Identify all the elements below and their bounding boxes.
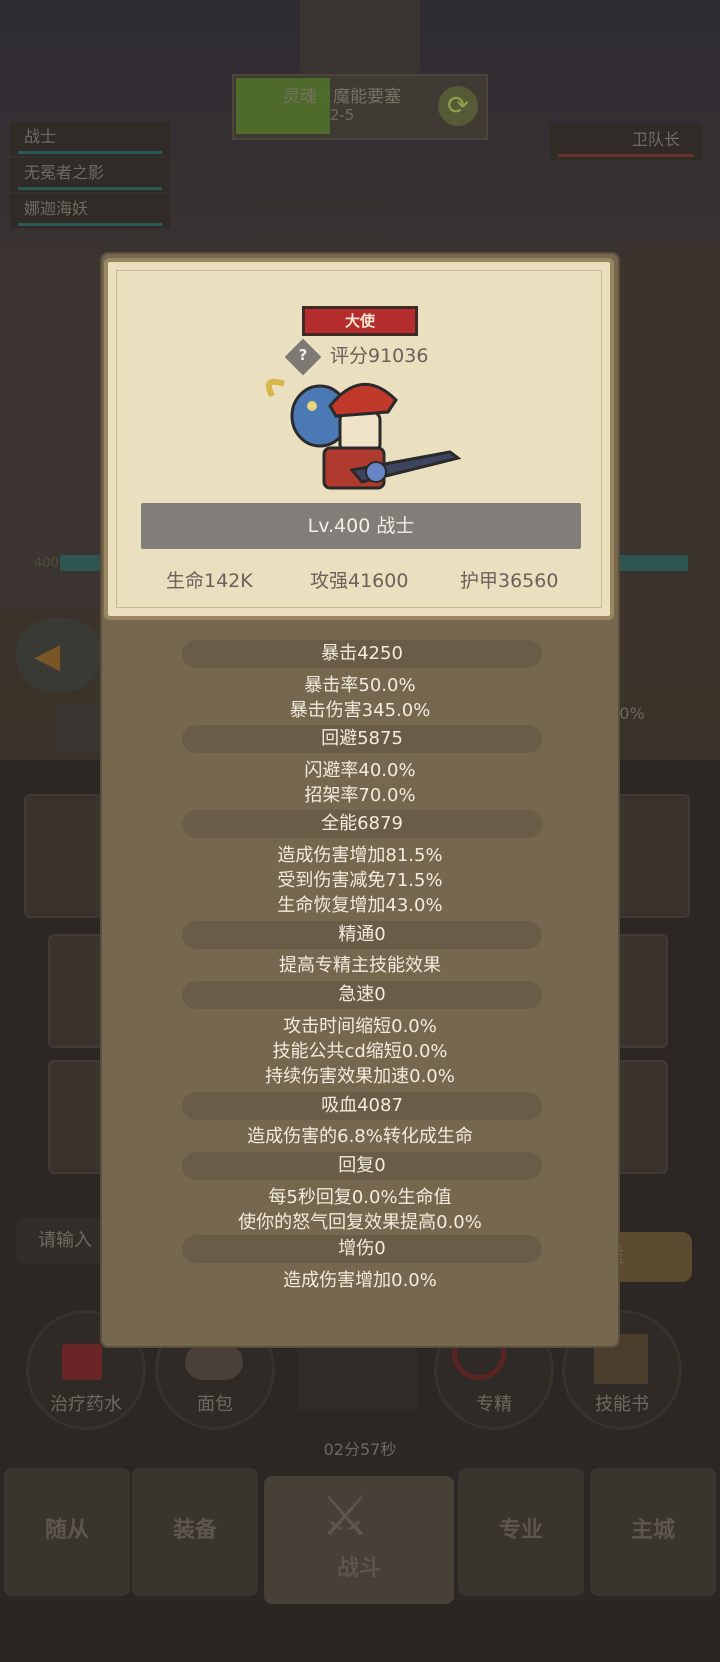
hp-bar: [18, 223, 162, 226]
help-icon-glyph: ?: [298, 346, 308, 364]
quick-item-label: 专精: [476, 1394, 512, 1415]
attack-stat: 攻强41600: [310, 570, 409, 592]
armor-stat: 护甲36560: [460, 570, 559, 592]
player-hp-bar: [60, 555, 104, 571]
stat-line: 闪避率40.0%: [304, 760, 416, 781]
stat-line: 使你的怒气回复效果提高0.0%: [238, 1212, 482, 1233]
character-portrait: [266, 378, 462, 490]
equip-slot[interactable]: [612, 794, 690, 918]
stat-line: 每5秒回复0.0%生命值: [268, 1187, 452, 1208]
buff-slot: [55, 703, 105, 753]
equip-slot[interactable]: [612, 934, 668, 1048]
stat-line: 招架率70.0%: [304, 785, 416, 806]
stat-line: 持续伤害效果加速0.0%: [265, 1066, 455, 1087]
stat-line: 暴击率50.0%: [304, 675, 416, 696]
stat-header-crit: 暴击4250: [182, 640, 542, 668]
stat-header-avoid: 回避5875: [182, 725, 542, 753]
party-member-name: 无冕者之影: [24, 163, 105, 182]
stat-line: 提高专精主技能效果: [279, 955, 441, 976]
rank-badge: 大使: [302, 306, 418, 336]
stat-header-lifesteal: 吸血4087: [182, 1092, 542, 1120]
score-text: 评分91036: [330, 345, 429, 367]
stat-line: 造成伤害增加81.5%: [277, 845, 443, 866]
scene-pillar: [300, 0, 420, 80]
quick-item-label: 技能书: [595, 1394, 649, 1415]
enemy-name: 卫队长: [631, 130, 680, 149]
hp-stat: 生命142K: [166, 570, 253, 592]
potion-icon-shape: [62, 1344, 102, 1380]
stat-line: 受到伤害减免71.5%: [277, 870, 443, 891]
tab-profession[interactable]: 专业: [458, 1468, 584, 1596]
stat-line: 生命恢复增加43.0%: [277, 895, 443, 916]
stat-header-haste: 急速0: [182, 981, 542, 1009]
party-member-1[interactable]: 战士: [10, 122, 170, 156]
horn: [266, 378, 286, 398]
party-member-name: 娜迦海妖: [24, 199, 89, 218]
stat-header-mastery: 精通0: [182, 921, 542, 949]
party-member-name: 战士: [24, 127, 57, 146]
tab-followers[interactable]: 随从: [4, 1468, 130, 1596]
tab-main-city[interactable]: 主城: [590, 1468, 716, 1596]
enemy-target[interactable]: 卫队长: [550, 124, 702, 160]
stage-progress: 2-5: [329, 106, 355, 124]
hp-bar: [18, 151, 162, 154]
head: [338, 410, 382, 454]
equip-slot[interactable]: [612, 1060, 668, 1174]
stat-line: 造成伤害增加0.0%: [283, 1270, 437, 1291]
equip-slot[interactable]: [48, 934, 104, 1048]
arrow-left-icon: ◀: [34, 636, 61, 676]
quick-item-label: 面包: [197, 1394, 233, 1415]
stat-line: 技能公共cd缩短0.0%: [272, 1041, 448, 1062]
sword-hilt: [365, 461, 387, 483]
bread-icon-shape: [185, 1344, 243, 1380]
equip-slot[interactable]: [48, 1060, 104, 1174]
stat-header-damage-bonus: 增伤0: [182, 1235, 542, 1263]
enemy-hp-bar: [558, 154, 694, 157]
helmet: [328, 383, 398, 418]
enemy-hp-bar-small: [618, 555, 688, 571]
stat-line: 攻击时间缩短0.0%: [283, 1016, 437, 1037]
hp-bar: [18, 187, 162, 190]
crossed-swords-icon: ⚔: [320, 1484, 371, 1549]
tab-equipment[interactable]: 装备: [132, 1468, 258, 1596]
party-member-3[interactable]: 娜迦海妖: [10, 194, 170, 228]
equip-slot[interactable]: [24, 794, 102, 918]
player-level: 400: [34, 556, 59, 571]
level-class-bar: Lv.400 战士: [141, 503, 581, 549]
stat-line: 暴击伤害345.0%: [289, 700, 431, 721]
quick-item-label: 治疗药水: [50, 1394, 122, 1415]
stat-header-regen: 回复0: [182, 1152, 542, 1180]
stage-title: 灵魂 · 魔能要塞: [282, 87, 402, 107]
pauldron-spot: [307, 401, 317, 411]
stat-header-versatility: 全能6879: [182, 810, 542, 838]
refresh-icon[interactable]: ⟳: [438, 86, 478, 126]
party-member-2[interactable]: 无冕者之影: [10, 158, 170, 192]
stat-line: 造成伤害的6.8%转化成生命: [247, 1126, 473, 1147]
